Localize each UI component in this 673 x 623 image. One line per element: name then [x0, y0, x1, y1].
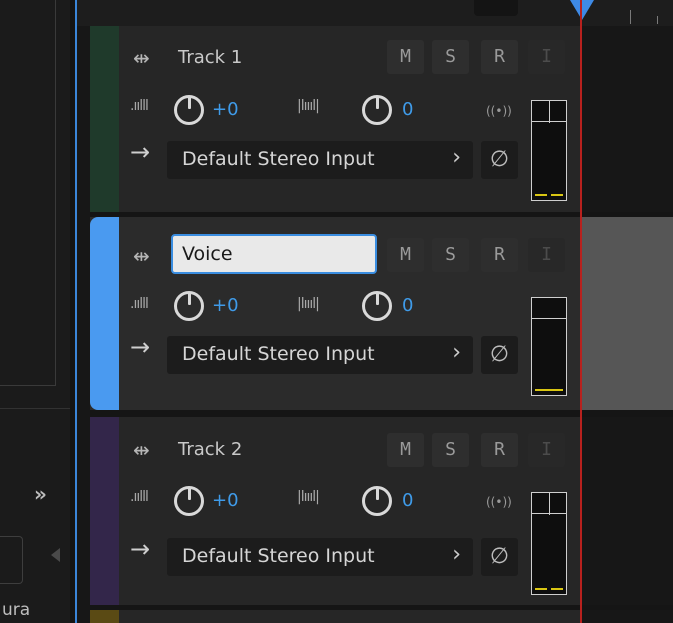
input-monitor-button[interactable]: I — [528, 433, 565, 467]
chevron-right-icon: › — [452, 340, 461, 365]
track-header-voice[interactable]: ⇹ M S R I .ıılll +0 |lıııl| 0 → Default … — [90, 217, 580, 410]
expand-panel-button[interactable]: » — [34, 482, 47, 506]
track-name[interactable]: Track 1 — [178, 47, 242, 68]
input-select[interactable]: Default Stereo Input › — [167, 141, 473, 179]
volume-bars-icon: .ıılll — [130, 296, 149, 312]
ruler-control[interactable] — [474, 0, 518, 16]
phase-invert-button[interactable]: ∅ — [481, 336, 518, 374]
broadcast-icon[interactable]: ((•)) — [486, 495, 512, 509]
pan-knob[interactable] — [362, 486, 392, 516]
left-panel-divider — [0, 408, 70, 409]
pan-bars-icon: |lıııl| — [297, 98, 320, 114]
volume-bars-icon: .ıılll — [130, 489, 149, 505]
meter-level-right — [551, 194, 563, 196]
volume-value[interactable]: +0 — [212, 490, 239, 511]
meter-level-left — [535, 194, 547, 196]
playhead-line[interactable] — [580, 0, 582, 623]
clip-lane-track-2[interactable] — [582, 417, 673, 605]
track-header-track-2[interactable]: ⇹ Track 2 M S R I .ıılll +0 |lıııl| 0 ((… — [90, 417, 580, 605]
mute-button[interactable]: M — [387, 433, 424, 467]
arrow-right-icon: → — [130, 535, 151, 563]
input-select-label: Default Stereo Input — [182, 148, 375, 170]
broadcast-icon[interactable]: ((•)) — [486, 104, 512, 118]
clip-lane-voice[interactable] — [582, 217, 673, 410]
track-header-next[interactable] — [90, 610, 580, 623]
playhead-handle-icon[interactable] — [570, 0, 594, 20]
level-meter — [531, 297, 567, 396]
input-monitor-button[interactable]: I — [528, 40, 565, 74]
mute-button[interactable]: M — [387, 40, 424, 74]
waveform-arrows-icon: ⇹ — [133, 438, 150, 462]
input-monitor-button[interactable]: I — [528, 238, 565, 272]
input-select-label: Default Stereo Input — [182, 343, 375, 365]
track-color-strip[interactable] — [90, 26, 119, 212]
solo-button[interactable]: S — [432, 238, 469, 272]
track-color-strip[interactable] — [90, 610, 119, 623]
volume-bars-icon: .ıılll — [130, 98, 149, 114]
volume-knob[interactable] — [174, 291, 204, 321]
triangle-left-icon[interactable] — [51, 548, 60, 562]
volume-value[interactable]: +0 — [212, 99, 239, 120]
input-select[interactable]: Default Stereo Input › — [167, 538, 473, 576]
meter-divider — [532, 513, 566, 514]
left-panel-label: ura — [2, 600, 31, 620]
phase-invert-button[interactable]: ∅ — [481, 538, 518, 576]
input-select[interactable]: Default Stereo Input › — [167, 336, 473, 374]
chevron-right-icon: › — [452, 145, 461, 170]
meter-divider — [549, 493, 550, 515]
input-select-label: Default Stereo Input — [182, 545, 375, 567]
phase-invert-button[interactable]: ∅ — [481, 141, 518, 179]
volume-value[interactable]: +0 — [212, 295, 239, 316]
pan-bars-icon: |lıııl| — [297, 296, 320, 312]
meter-level-right — [551, 588, 563, 590]
pan-value[interactable]: 0 — [402, 490, 413, 511]
meter-level — [535, 389, 563, 391]
meter-level-left — [535, 588, 547, 590]
arrow-right-icon: → — [130, 333, 151, 361]
pan-knob[interactable] — [362, 95, 392, 125]
pan-knob[interactable] — [362, 291, 392, 321]
pan-value[interactable]: 0 — [402, 99, 413, 120]
track-name[interactable]: Track 2 — [178, 439, 242, 460]
record-arm-button[interactable]: R — [481, 40, 518, 74]
record-arm-button[interactable]: R — [481, 433, 518, 467]
level-meter — [531, 100, 567, 201]
mute-button[interactable]: M — [387, 238, 424, 272]
waveform-arrows-icon: ⇹ — [133, 244, 150, 268]
waveform-arrows-icon: ⇹ — [133, 46, 150, 70]
track-color-strip[interactable] — [90, 217, 119, 410]
volume-knob[interactable] — [174, 486, 204, 516]
left-panel-field[interactable] — [0, 536, 23, 584]
meter-divider — [532, 318, 566, 319]
arrow-right-icon: → — [130, 138, 151, 166]
volume-knob[interactable] — [174, 95, 204, 125]
ruler-tick — [630, 10, 631, 24]
chevron-right-icon: › — [452, 542, 461, 567]
clip-lane-track-1[interactable] — [582, 26, 673, 212]
pan-value[interactable]: 0 — [402, 295, 413, 316]
left-panel-box — [0, 0, 56, 386]
pan-bars-icon: |lıııl| — [297, 489, 320, 505]
meter-divider — [549, 101, 550, 123]
level-meter — [531, 492, 567, 595]
meter-divider — [532, 121, 566, 122]
record-arm-button[interactable]: R — [481, 238, 518, 272]
ruler-tick — [657, 16, 658, 24]
timeline-start-line — [75, 0, 77, 623]
track-header-track-1[interactable]: ⇹ Track 1 M S R I .ıılll +0 |lıııl| 0 ((… — [90, 26, 580, 212]
track-name-input[interactable] — [171, 234, 377, 274]
track-color-strip[interactable] — [90, 417, 119, 605]
solo-button[interactable]: S — [432, 433, 469, 467]
solo-button[interactable]: S — [432, 40, 469, 74]
track-divider[interactable] — [90, 410, 673, 417]
